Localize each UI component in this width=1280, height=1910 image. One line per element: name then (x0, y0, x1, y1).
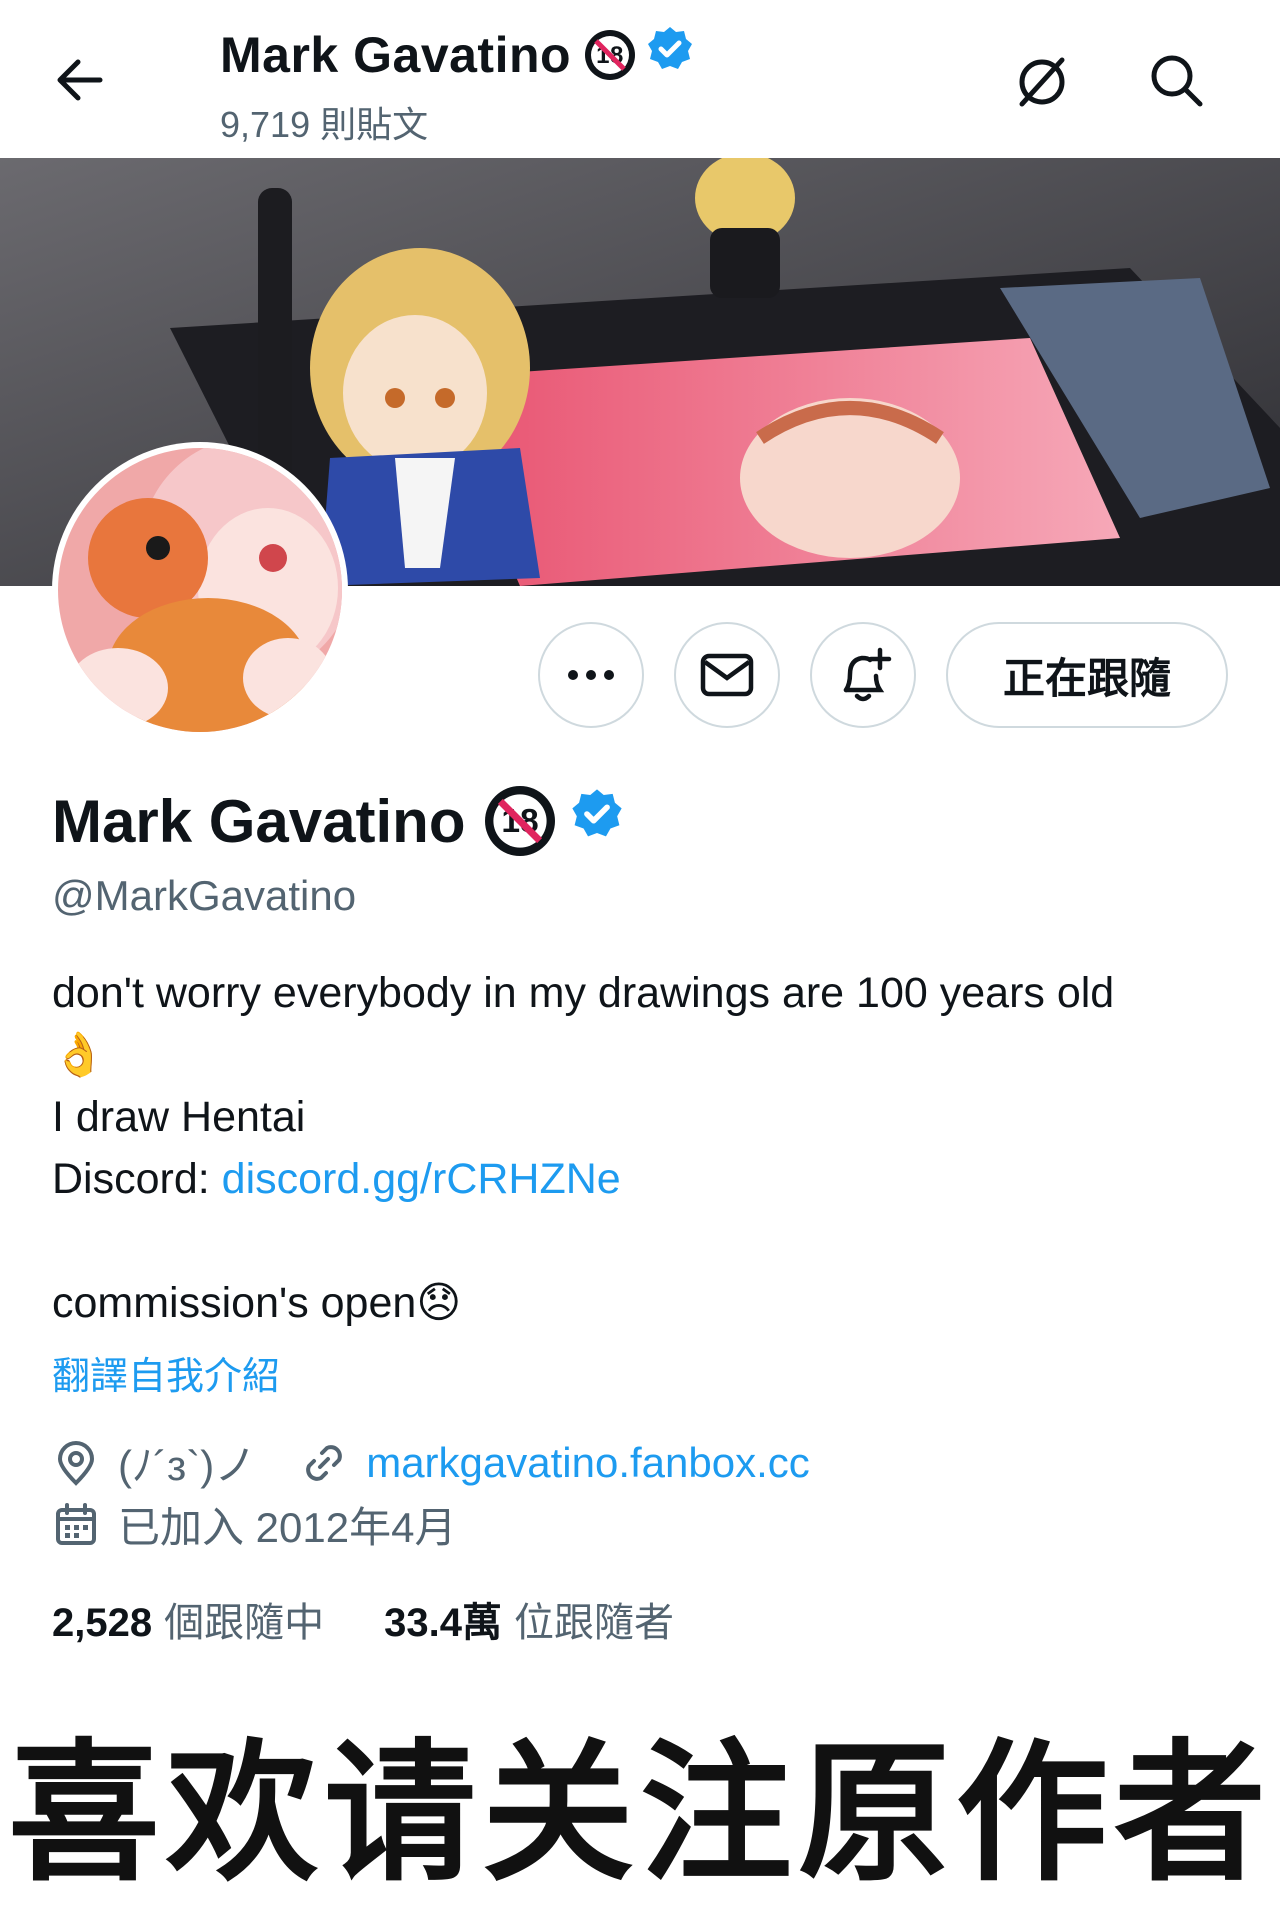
following-stat[interactable]: 2,528 個跟隨中 (52, 1590, 324, 1648)
posts-count: 9,719 則貼文 (220, 104, 429, 145)
bio-line-3: Discord: discord.gg/rCRHZNe (52, 1148, 1232, 1210)
verified-badge-icon (569, 786, 625, 856)
message-button[interactable] (674, 622, 780, 728)
disappointed-emoji: 😞 (416, 1279, 462, 1327)
link-icon (306, 1444, 343, 1481)
location-pin-icon (57, 1440, 95, 1486)
overlay-caption: 喜欢请关注原作者 (8, 1729, 1272, 1899)
commission-text: commission's open (52, 1279, 417, 1327)
translate-bio-link[interactable]: 翻譯自我介紹 (52, 1345, 280, 1400)
profile-name-row: Mark Gavatino 18 (52, 786, 625, 856)
following-label: 個跟隨中 (164, 1601, 325, 1645)
following-button[interactable]: 正在跟隨 (946, 622, 1228, 728)
back-button[interactable] (48, 48, 112, 112)
more-icon (568, 670, 614, 680)
notify-button[interactable] (810, 622, 916, 728)
profile-bio: don't worry everybody in my drawings are… (52, 962, 1232, 1334)
profile-name: Mark Gavatino (52, 787, 466, 855)
website-link[interactable]: markgavatino.fanbox.cc (366, 1439, 810, 1487)
followers-count: 33.4萬 (384, 1601, 502, 1645)
discord-link[interactable]: discord.gg/rCRHZNe (222, 1148, 621, 1210)
bell-plus-icon (843, 647, 892, 702)
following-count: 2,528 (52, 1601, 153, 1645)
grok-button[interactable] (1006, 44, 1078, 116)
joined-row: 已加入 2012年4月 (52, 1494, 456, 1555)
followers-label: 位跟隨者 (513, 1601, 674, 1645)
bio-line-4: commission's open 😞 (52, 1272, 1232, 1334)
envelope-icon (700, 653, 754, 697)
grok-icon (1019, 57, 1065, 107)
bio-spacer (52, 1210, 1232, 1272)
profile-header: Mark Gavatino 18 9,719 則貼文 (0, 0, 1280, 158)
profile-handle: @MarkGavatino (52, 872, 357, 919)
follow-stats: 2,528 個跟隨中 33.4萬 位跟隨者 (52, 1590, 674, 1648)
no-18-badge-icon: 18 (585, 30, 636, 80)
avatar-image (58, 448, 342, 732)
header-name: Mark Gavatino (220, 27, 572, 83)
no-18-badge-icon: 18 (485, 786, 556, 856)
calendar-icon (56, 1502, 96, 1545)
location-text: (ﾉ´з`)ノ (118, 1442, 257, 1489)
ok-hand-emoji: 👌 (52, 1031, 106, 1079)
more-button[interactable] (538, 622, 644, 728)
joined-text: 已加入 2012年4月 (118, 1504, 457, 1551)
profile-meta-row: (ﾉ´з`)ノ markgavatino.fanbox.cc (52, 1432, 810, 1493)
search-button[interactable] (1140, 44, 1212, 116)
arrow-left-icon (57, 59, 103, 101)
bio-line-2: I draw Hentai (52, 1093, 306, 1141)
search-icon (1151, 55, 1203, 107)
header-title: Mark Gavatino 18 (220, 24, 695, 86)
followers-stat[interactable]: 33.4萬 位跟隨者 (384, 1590, 674, 1648)
verified-badge-icon (645, 24, 695, 86)
avatar[interactable] (52, 442, 348, 738)
bio-line-1: don't worry everybody in my drawings are… (52, 969, 1115, 1017)
discord-label: Discord: (52, 1155, 222, 1203)
